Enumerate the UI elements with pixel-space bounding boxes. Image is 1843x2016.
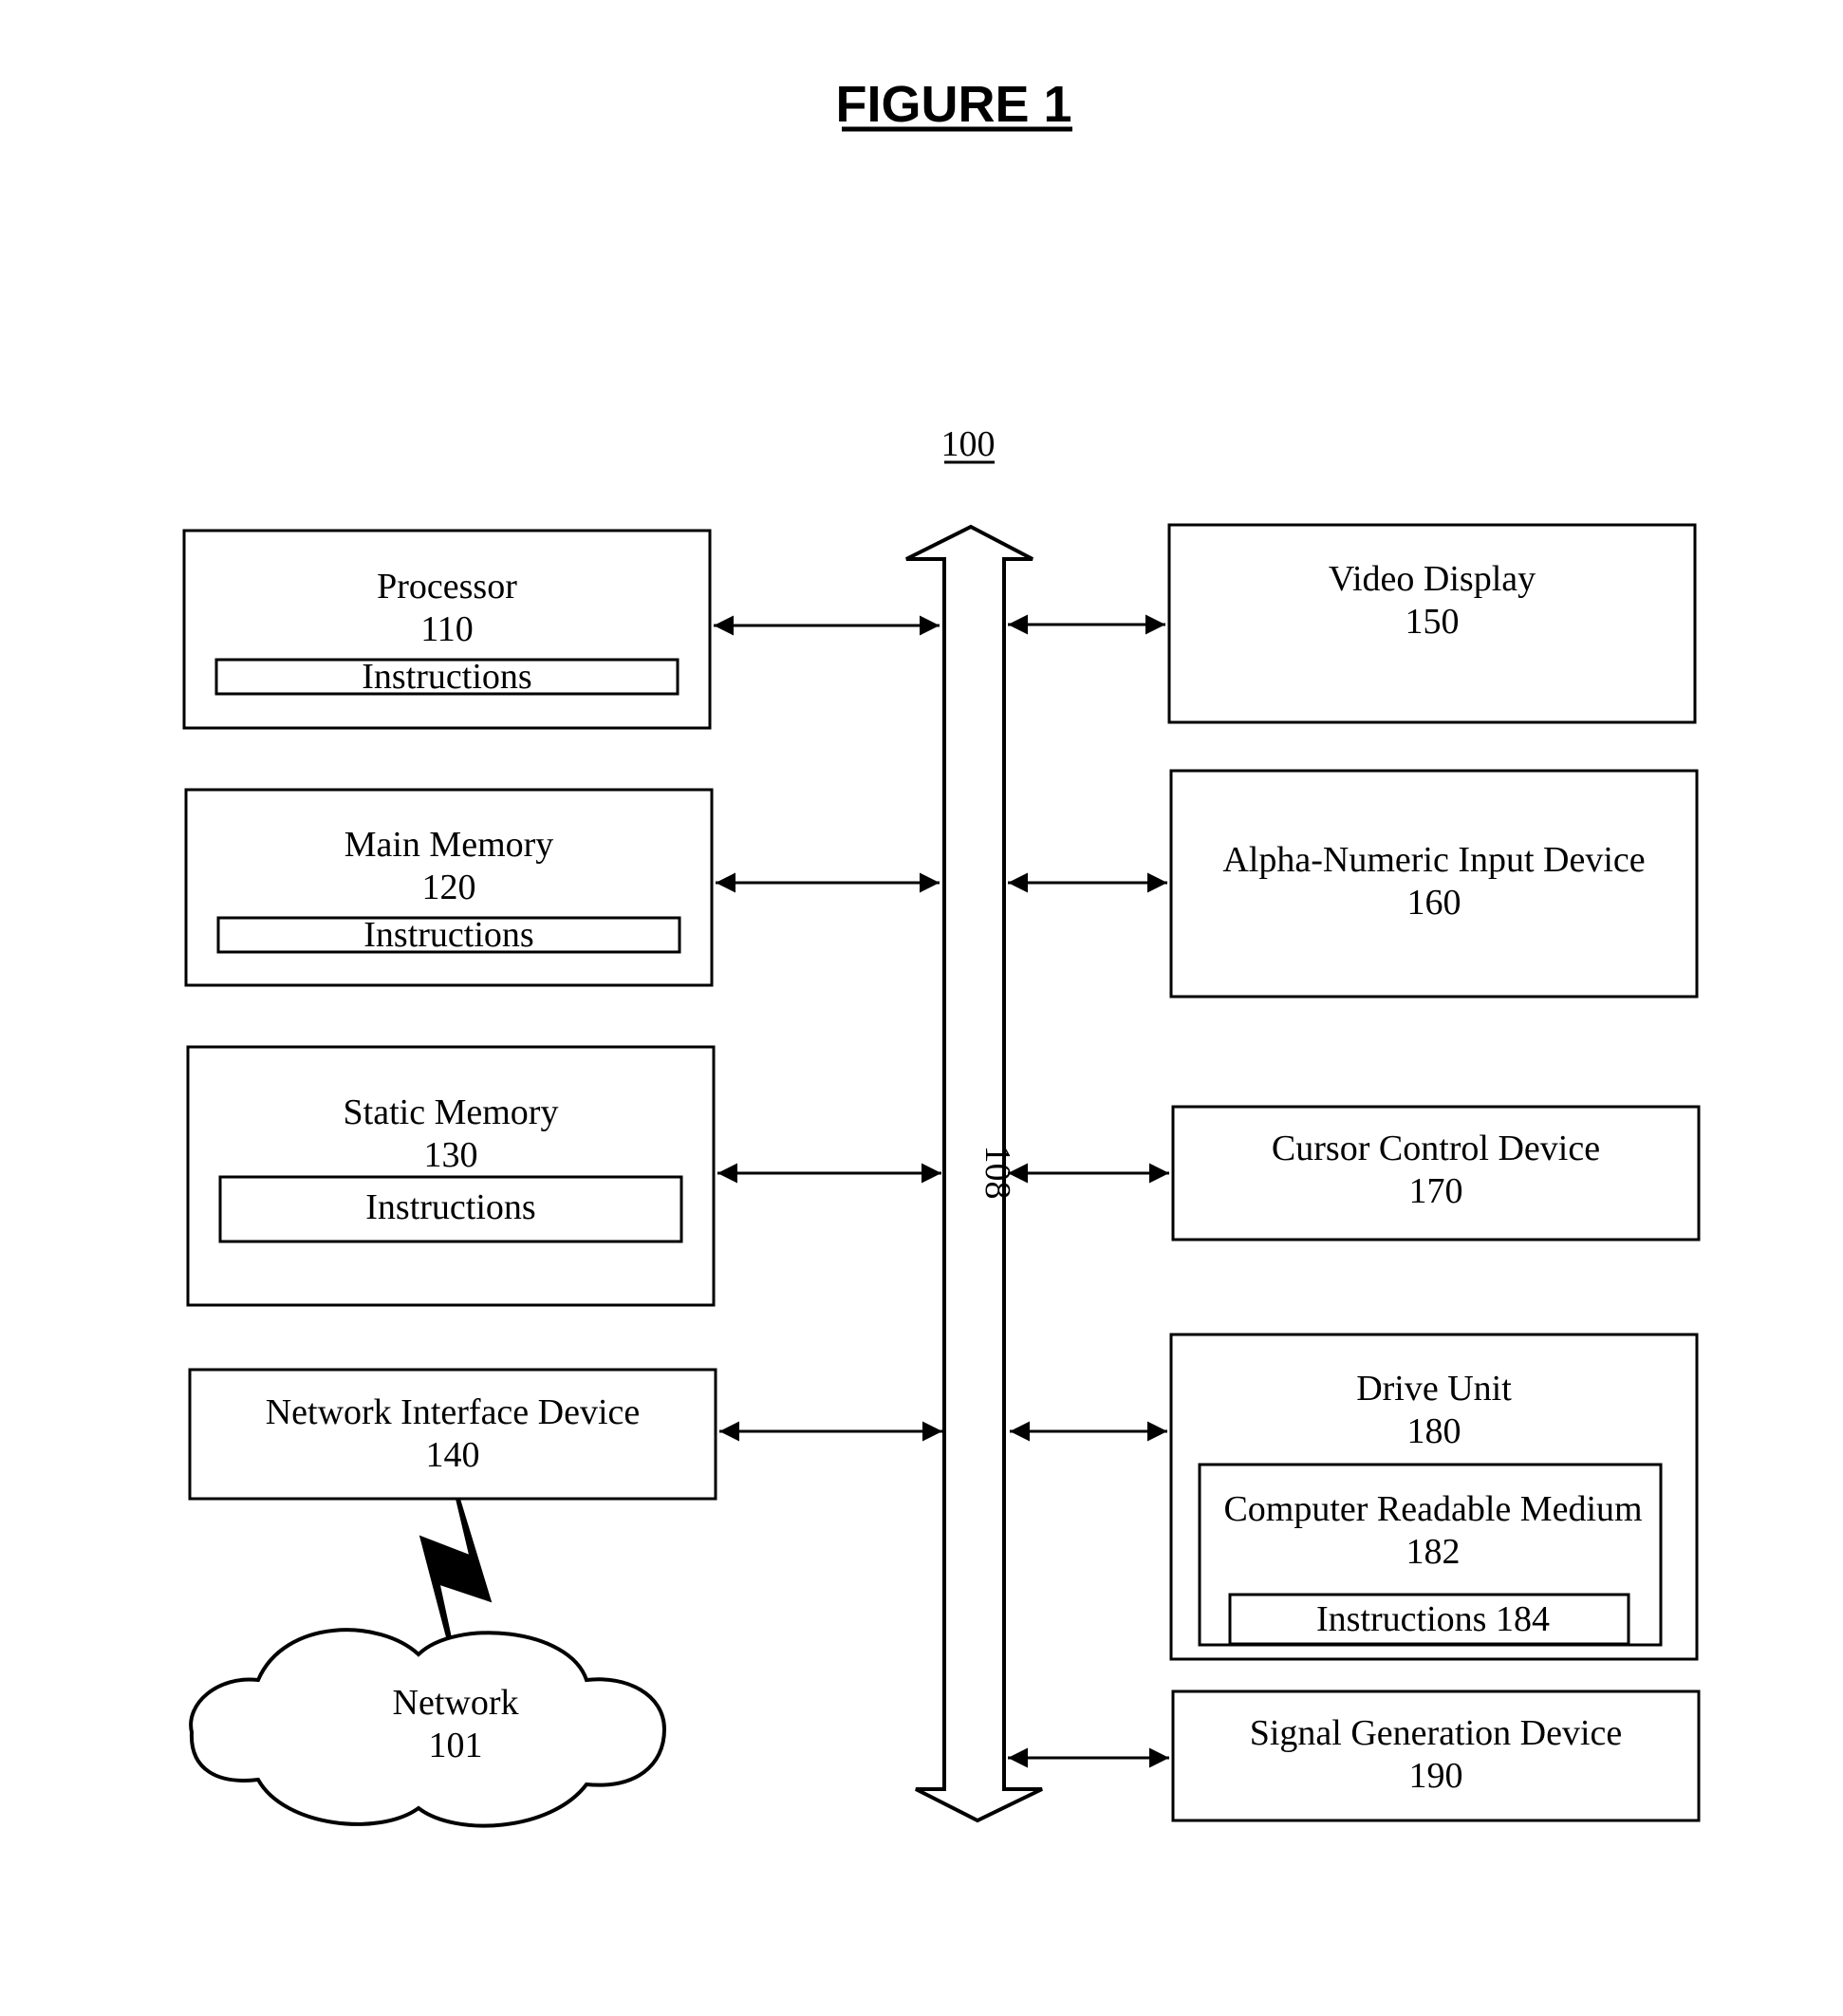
network-interface-device-140-block: Network Interface Device 140 <box>188 1368 717 1501</box>
network-interface-ref: 140 <box>426 1435 480 1475</box>
network-label: Network <box>393 1683 519 1723</box>
network-interface-label: Network Interface Device <box>266 1392 641 1432</box>
static-memory-instructions-label: Instructions <box>365 1187 535 1227</box>
video-display-label: Video Display <box>1329 559 1536 599</box>
drive-unit-ref: 180 <box>1407 1411 1461 1451</box>
system-block-diagram: FIGURE 1 100 108 Processor 110 Instructi… <box>182 76 1701 1828</box>
drive-unit-label: Drive Unit <box>1356 1369 1512 1409</box>
signal-generation-label: Signal Generation Device <box>1250 1713 1623 1753</box>
main-memory-label: Main Memory <box>344 825 554 865</box>
video-display-ref: 150 <box>1406 602 1460 642</box>
signal-generation-ref: 190 <box>1409 1756 1463 1796</box>
static-memory-ref: 130 <box>424 1135 478 1175</box>
static-memory-130-block: Static Memory 130 Instructions <box>186 1045 716 1307</box>
alpha-numeric-input-ref: 160 <box>1407 883 1461 923</box>
processor-instructions-label: Instructions <box>362 657 531 697</box>
static-memory-label: Static Memory <box>344 1092 559 1132</box>
computer-readable-medium-ref: 182 <box>1406 1532 1461 1572</box>
main-memory-ref: 120 <box>422 868 476 907</box>
cursor-control-ref: 170 <box>1409 1171 1463 1211</box>
main-memory-instructions-label: Instructions <box>363 915 533 955</box>
instructions-184-label: Instructions 184 <box>1316 1599 1550 1639</box>
processor-label: Processor <box>377 567 517 607</box>
alpha-numeric-input-label: Alpha-Numeric Input Device <box>1222 840 1645 880</box>
figure-title: FIGURE 1 <box>835 76 1071 133</box>
processor-ref: 110 <box>420 609 474 649</box>
video-display-150-block: Video Display 150 <box>1167 523 1697 724</box>
computer-readable-medium-label: Computer Readable Medium <box>1223 1489 1642 1529</box>
main-memory-120-block: Main Memory 120 Instructions <box>184 788 714 987</box>
signal-generation-device-190-block: Signal Generation Device 190 <box>1171 1689 1701 1822</box>
computer-readable-medium-182-block: Computer Readable Medium 182 Instruction… <box>1198 1463 1663 1647</box>
processor-110-block: Processor 110 Instructions <box>182 529 712 730</box>
network-ref: 101 <box>429 1726 483 1765</box>
cursor-control-label: Cursor Control Device <box>1272 1129 1600 1168</box>
cursor-control-device-170-block: Cursor Control Device 170 <box>1171 1105 1701 1241</box>
wireless-link-icon <box>419 1499 493 1655</box>
alpha-numeric-input-device-160-block: Alpha-Numeric Input Device 160 <box>1169 769 1699 999</box>
system-ref-label: 100 <box>941 424 996 464</box>
network-101-cloud: Network 101 <box>189 1628 667 1828</box>
drive-unit-180-block: Drive Unit 180 Computer Readable Medium … <box>1169 1333 1699 1661</box>
